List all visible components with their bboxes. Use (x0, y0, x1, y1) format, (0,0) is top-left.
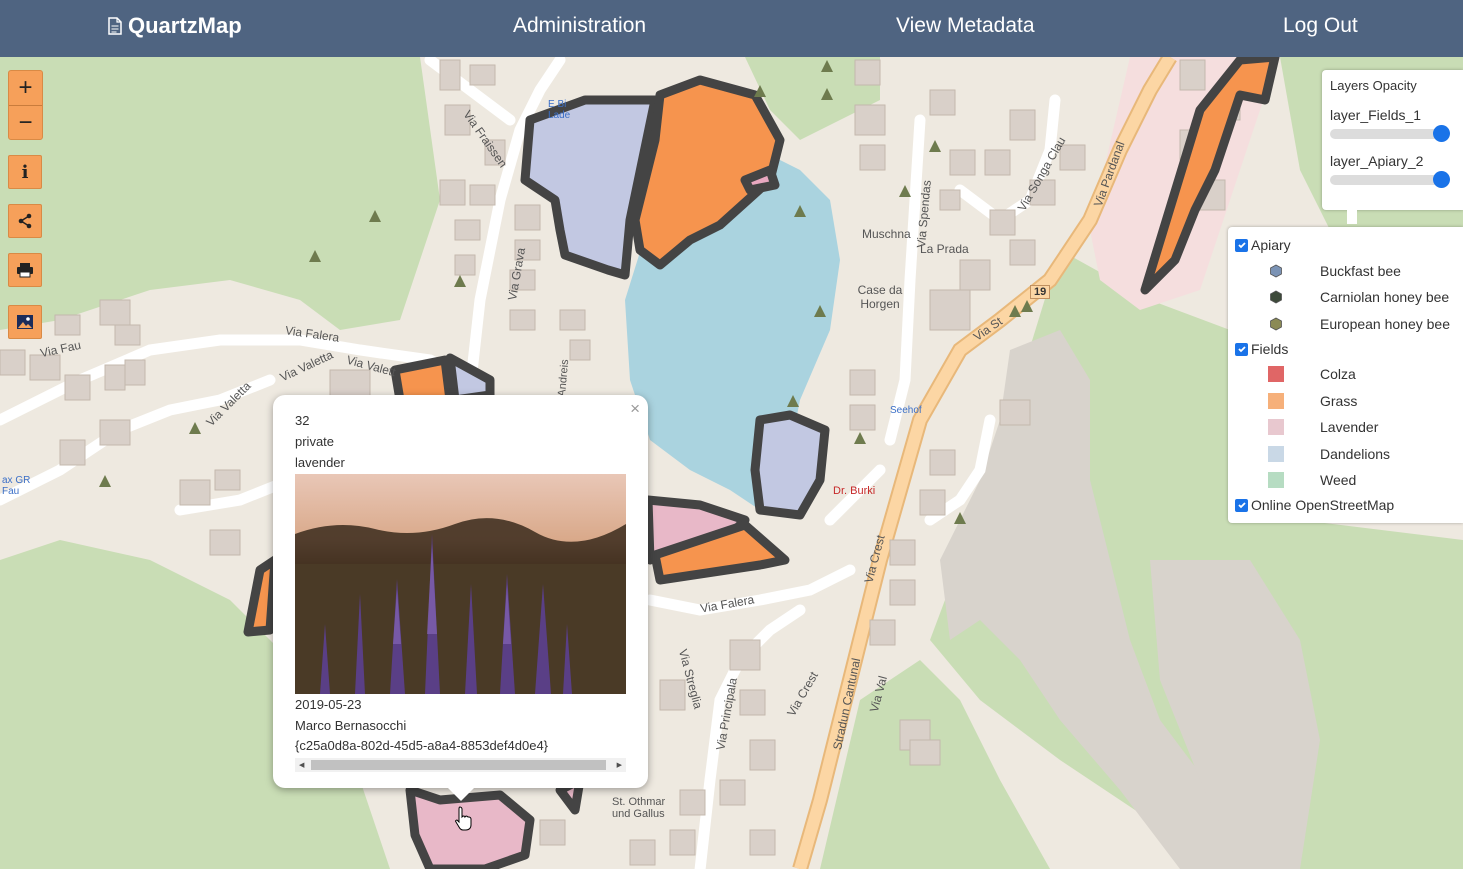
nav-view-metadata[interactable]: View Metadata (896, 14, 1035, 38)
legend-item-carniolan: Carniolan honey bee (1268, 287, 1449, 307)
checkbox-osm[interactable] (1235, 498, 1248, 512)
swatch (1268, 419, 1284, 435)
opacity-label-apiary: layer_Apiary_2 (1330, 153, 1424, 169)
swatch (1268, 446, 1284, 462)
popup-id: 32 (295, 413, 310, 428)
opacity-panel-tail (1347, 210, 1357, 224)
layers-opacity-panel: Layers Opacity layer_Fields_1 layer_Apia… (1322, 70, 1463, 210)
image-export-button[interactable] (8, 305, 42, 339)
opacity-row-fields: layer_Fields_1 (1330, 107, 1455, 142)
legend-label: Grass (1320, 393, 1358, 409)
check-icon (1237, 502, 1246, 509)
opacity-panel-title: Layers Opacity (1330, 78, 1417, 93)
layer-label-apiary: Apiary (1251, 237, 1291, 253)
check-icon (1237, 346, 1246, 353)
legend-label: Carniolan honey bee (1320, 289, 1450, 305)
legend-item-dandelions: Dandelions (1268, 444, 1390, 464)
opacity-slider-apiary[interactable] (1330, 171, 1450, 188)
legend-label: Buckfast bee (1320, 263, 1401, 279)
checkbox-fields[interactable] (1235, 342, 1248, 356)
hexagon-icon (1270, 264, 1282, 278)
share-button[interactable] (8, 204, 42, 238)
legend-item-buckfast: Buckfast bee (1268, 261, 1401, 281)
zoom-out-button[interactable]: − (9, 105, 42, 140)
popup-author: Marco Bernasocchi (295, 718, 407, 733)
check-icon (1237, 242, 1246, 249)
checkbox-apiary[interactable] (1235, 238, 1248, 252)
nav-administration[interactable]: Administration (513, 14, 646, 38)
navbar: QuartzMap Administration View Metadata L… (0, 0, 1463, 57)
popup-uuid: {c25a0d8a-802d-45d5-a8a4-8853def4d0e4} (295, 738, 549, 753)
label-road-19: 19 (1030, 285, 1051, 299)
legend-item-lavender: Lavender (1268, 417, 1378, 437)
label-muschna: Muschna (862, 227, 911, 241)
hand-cursor-icon (455, 806, 472, 831)
hexagon-icon (1270, 290, 1282, 304)
label-dr-burki: Dr. Burki (833, 485, 876, 497)
info-button[interactable]: i (8, 155, 42, 189)
zoom-control: + − (8, 70, 43, 140)
feature-popup: × 32 private lavender 2019-05-23 Marco B… (273, 395, 648, 788)
legend-item-grass: Grass (1268, 391, 1357, 411)
hexagon-icon (1270, 317, 1282, 331)
label-st-othmar: St. Othmar und Gallus (612, 796, 666, 820)
scroll-thumb[interactable] (311, 760, 606, 770)
brand-label: QuartzMap (128, 13, 242, 38)
document-icon (108, 17, 122, 35)
legend-item-colza: Colza (1268, 364, 1356, 384)
swatch (1268, 393, 1284, 409)
share-icon (18, 213, 32, 229)
info-icon: i (21, 161, 29, 183)
layer-legend: Apiary Buckfast bee Carniolan honey bee … (1228, 227, 1463, 523)
legend-label: Weed (1320, 472, 1357, 488)
legend-label: Lavender (1320, 419, 1379, 435)
print-icon (17, 263, 33, 278)
label-la-prada: La Prada (920, 242, 969, 256)
legend-item-weed: Weed (1268, 470, 1356, 490)
popup-photo (295, 474, 626, 694)
opacity-row-apiary: layer_Apiary_2 (1330, 153, 1455, 188)
print-button[interactable] (8, 253, 42, 287)
legend-label: Dandelions (1320, 446, 1391, 462)
scroll-right-icon[interactable]: ▶ (617, 761, 622, 769)
label-bus-stop: ax GR Fau (2, 475, 31, 497)
image-icon (17, 315, 33, 329)
swatch (1268, 472, 1284, 488)
zoom-in-button[interactable]: + (9, 71, 42, 105)
popup-status: private (295, 434, 335, 449)
label-lade: E Bi Lade (548, 99, 571, 121)
legend-label: Colza (1320, 366, 1356, 382)
scroll-left-icon[interactable]: ◀ (299, 761, 304, 769)
legend-item-european: European honey bee (1268, 314, 1450, 334)
layer-toggle-osm[interactable]: Online OpenStreetMap (1235, 497, 1394, 513)
popup-scrollbar[interactable]: ◀ ▶ (295, 758, 626, 772)
popup-date: 2019-05-23 (295, 697, 362, 712)
popup-tip (447, 787, 475, 801)
label-case-da-horgen: Case da Horgen (857, 283, 903, 311)
slider-thumb[interactable] (1433, 125, 1450, 142)
brand[interactable]: QuartzMap (108, 13, 242, 39)
nav-log-out[interactable]: Log Out (1283, 14, 1358, 38)
opacity-label-fields: layer_Fields_1 (1330, 107, 1422, 123)
layer-label-osm: Online OpenStreetMap (1251, 497, 1395, 513)
popup-crop: lavender (295, 455, 345, 470)
layer-toggle-apiary[interactable]: Apiary (1235, 237, 1291, 253)
layer-toggle-fields[interactable]: Fields (1235, 341, 1288, 357)
popup-close-button[interactable]: × (630, 399, 640, 419)
layer-label-fields: Fields (1251, 341, 1289, 357)
opacity-slider-fields[interactable] (1330, 125, 1450, 142)
label-seehof: Seehof (890, 405, 922, 416)
slider-thumb[interactable] (1433, 171, 1450, 188)
legend-label: European honey bee (1320, 316, 1450, 332)
swatch (1268, 366, 1284, 382)
